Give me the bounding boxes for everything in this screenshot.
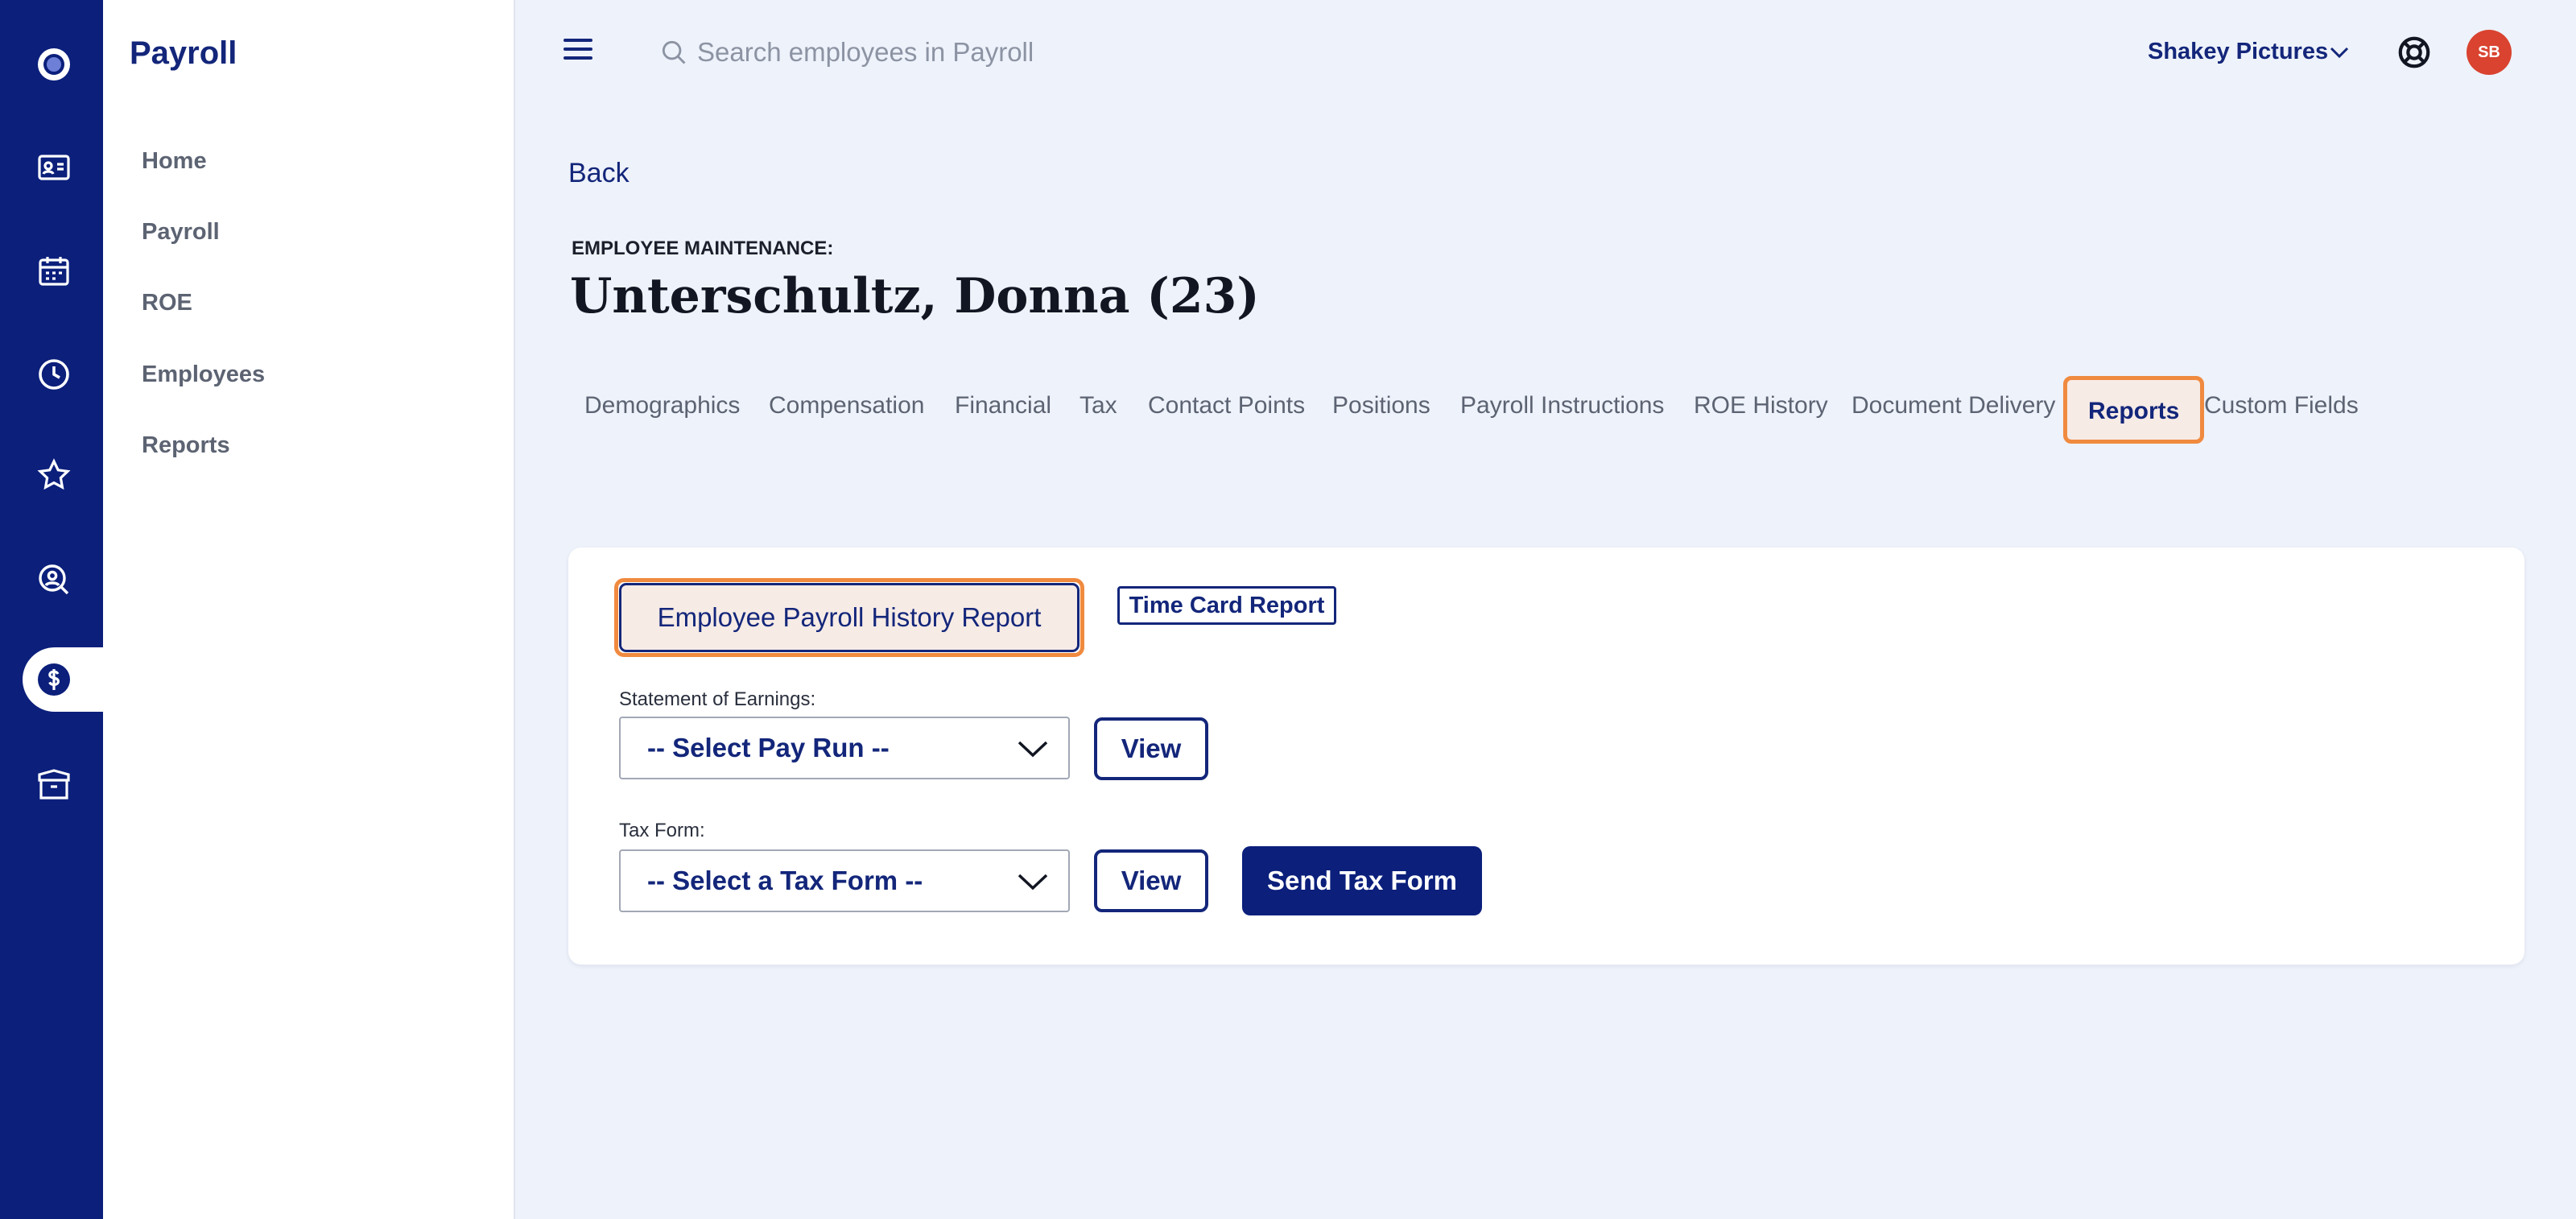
sidebar-item-roe[interactable]: ROE (142, 290, 192, 316)
chevron-down-icon (1018, 874, 1048, 890)
sidebar-title: Payroll (130, 35, 237, 71)
dollar-icon[interactable] (32, 658, 76, 701)
sidebar-item-payroll[interactable]: Payroll (142, 219, 220, 246)
tax-form-select[interactable]: -- Select a Tax Form -- (619, 849, 1070, 912)
avatar[interactable]: SB (2467, 30, 2512, 75)
id-card-icon[interactable] (32, 146, 76, 189)
calendar-icon[interactable] (32, 250, 76, 293)
icon-rail (0, 0, 103, 1219)
employee-payroll-history-report-button[interactable]: Employee Payroll History Report (619, 583, 1080, 652)
person-search-icon[interactable] (32, 558, 76, 601)
chevron-down-icon (1018, 741, 1048, 758)
box-icon[interactable] (32, 763, 76, 807)
tab-contact-points[interactable]: Contact Points (1148, 392, 1305, 419)
tab-roe-history[interactable]: ROE History (1694, 392, 1828, 419)
tab-compensation[interactable]: Compensation (769, 392, 924, 419)
back-link[interactable]: Back (568, 158, 630, 189)
sidebar-item-employees[interactable]: Employees (142, 362, 265, 388)
view-statement-button[interactable]: View (1094, 717, 1208, 780)
tab-demographics[interactable]: Demographics (584, 392, 740, 419)
statement-of-earnings-label: Statement of Earnings: (619, 688, 816, 710)
tab-tax[interactable]: Tax (1080, 392, 1117, 419)
company-switcher[interactable]: Shakey Pictures (2148, 39, 2328, 65)
app-logo-icon[interactable] (32, 43, 76, 86)
tab-custom-fields[interactable]: Custom Fields (2204, 392, 2359, 419)
search-icon (662, 40, 686, 64)
time-card-report-button[interactable]: Time Card Report (1117, 586, 1336, 625)
tab-payroll-instructions[interactable]: Payroll Instructions (1460, 392, 1664, 419)
pay-run-select-value: -- Select Pay Run -- (647, 733, 890, 762)
tab-positions[interactable]: Positions (1332, 392, 1430, 419)
menu-icon[interactable] (564, 39, 592, 63)
tab-financial[interactable]: Financial (955, 392, 1051, 419)
pay-run-select[interactable]: -- Select Pay Run -- (619, 717, 1070, 779)
sidebar-item-reports[interactable]: Reports (142, 432, 230, 459)
page-title: Unterschultz, Donna (23) (570, 268, 1260, 324)
sidebar-item-home[interactable]: Home (142, 148, 207, 175)
tax-form-label: Tax Form: (619, 820, 705, 841)
send-tax-form-button[interactable]: Send Tax Form (1242, 846, 1482, 915)
page-eyebrow: EMPLOYEE MAINTENANCE: (572, 238, 834, 259)
tab-document-delivery[interactable]: Document Delivery (1852, 392, 2055, 419)
tab-reports[interactable]: Reports (2063, 376, 2205, 444)
star-icon[interactable] (32, 453, 76, 497)
sidebar: Payroll Home Payroll ROE Employees Repor… (103, 0, 515, 1219)
search-input[interactable]: Search employees in Payroll (697, 37, 1034, 68)
chevron-down-icon[interactable] (2329, 44, 2350, 60)
help-lifebuoy-icon[interactable] (2396, 34, 2433, 71)
clock-icon[interactable] (32, 353, 76, 396)
view-tax-form-button[interactable]: View (1094, 849, 1208, 912)
tax-form-select-value: -- Select a Tax Form -- (647, 866, 923, 895)
